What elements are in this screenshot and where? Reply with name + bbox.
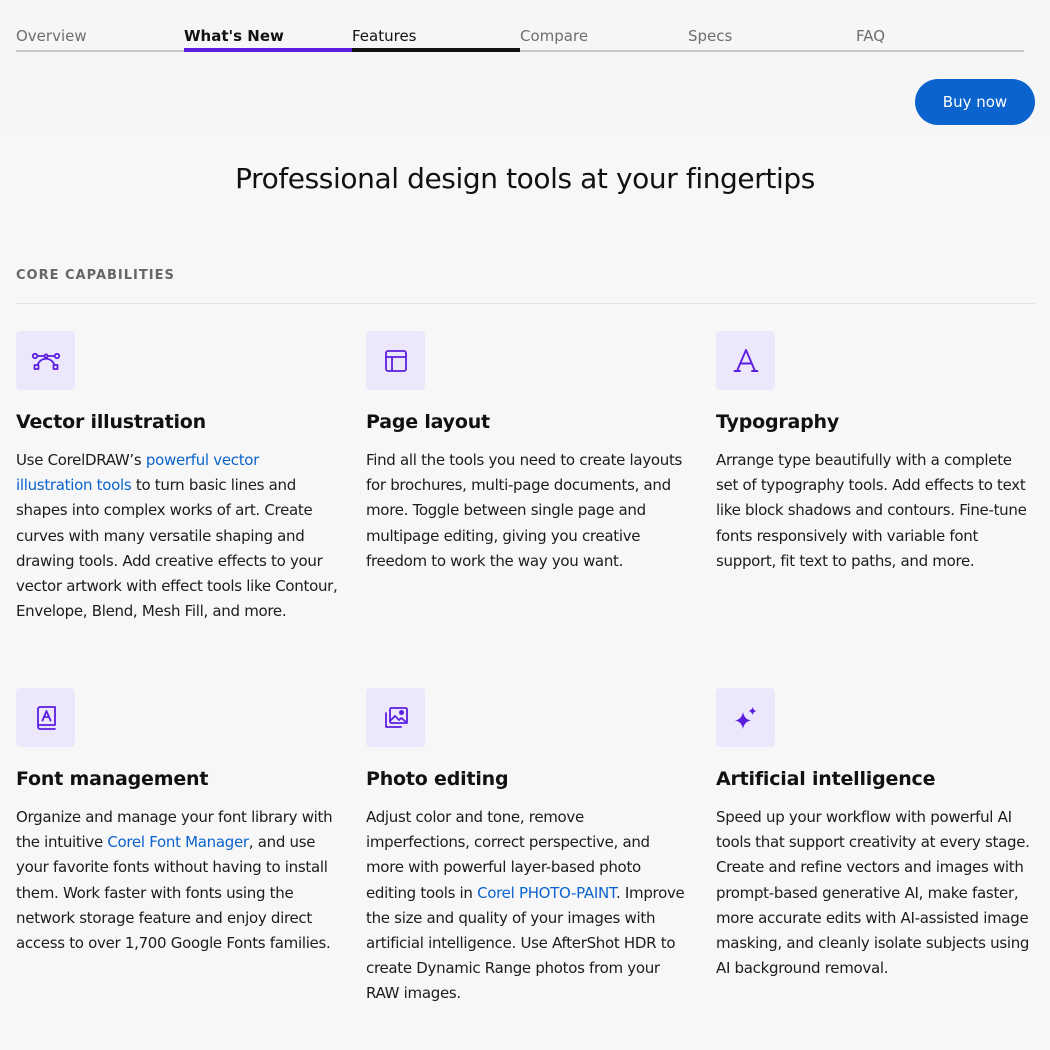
photo-paint-link[interactable]: Corel PHOTO-PAINT bbox=[477, 884, 616, 902]
tab-compare[interactable]: Compare bbox=[520, 0, 688, 50]
tab-label: Overview bbox=[16, 27, 87, 45]
capability-card-vector-illustration: Vector illustration Use CorelDRAW’s powe… bbox=[16, 331, 338, 620]
font-manager-link[interactable]: Corel Font Manager bbox=[107, 833, 249, 851]
tab-faq[interactable]: FAQ bbox=[856, 0, 1024, 50]
tab-specs[interactable]: Specs bbox=[688, 0, 856, 50]
card-description: Organize and manage your font library wi… bbox=[16, 808, 333, 953]
tab-label: Compare bbox=[520, 27, 589, 45]
card-description: Arrange type beautifully with a complete… bbox=[716, 451, 1027, 570]
font-book-icon bbox=[16, 688, 75, 747]
photo-gallery-icon bbox=[366, 688, 425, 747]
section-divider bbox=[16, 303, 1035, 304]
tab-label: Features bbox=[352, 27, 417, 45]
card-description: Adjust color and tone, remove imperfecti… bbox=[366, 808, 685, 1003]
card-title: Font management bbox=[16, 768, 209, 790]
tab-label: What's New bbox=[184, 27, 284, 45]
card-title: Page layout bbox=[366, 411, 490, 433]
card-description: Find all the tools you need to create la… bbox=[366, 451, 683, 570]
page-layout-icon bbox=[366, 331, 425, 390]
section-tabs: Overview What's New Features Compare Spe… bbox=[16, 0, 1024, 52]
tab-whats-new[interactable]: What's New bbox=[184, 0, 352, 52]
tab-label: Specs bbox=[688, 27, 733, 45]
current-tab-indicator bbox=[352, 48, 520, 52]
section-label: CORE CAPABILITIES bbox=[16, 268, 175, 283]
tab-features[interactable]: Features bbox=[352, 0, 520, 52]
capability-card-artificial-intelligence: Artificial intelligence Speed up your wo… bbox=[716, 688, 1038, 977]
vector-path-icon bbox=[16, 331, 75, 390]
tab-overview[interactable]: Overview bbox=[16, 0, 184, 50]
card-description: Speed up your workflow with powerful AI … bbox=[716, 808, 1030, 978]
sparkle-icon bbox=[716, 688, 775, 747]
active-tab-indicator bbox=[184, 48, 352, 52]
capability-card-typography: Typography Arrange type beautifully with… bbox=[716, 331, 1038, 570]
card-description: Use CorelDRAW’s powerful vector illustra… bbox=[16, 451, 338, 621]
card-title: Vector illustration bbox=[16, 411, 206, 433]
typography-icon bbox=[716, 331, 775, 390]
tab-label: FAQ bbox=[856, 27, 886, 45]
capability-card-font-management: Font management Organize and manage your… bbox=[16, 688, 338, 952]
buy-now-button[interactable]: Buy now bbox=[915, 79, 1035, 125]
card-title: Artificial intelligence bbox=[716, 768, 936, 790]
capability-card-page-layout: Page layout Find all the tools you need … bbox=[366, 331, 688, 570]
card-title: Typography bbox=[716, 411, 840, 433]
capability-card-photo-editing: Photo editing Adjust color and tone, rem… bbox=[366, 688, 688, 1002]
card-title: Photo editing bbox=[366, 768, 509, 790]
page-title: Professional design tools at your finger… bbox=[235, 162, 815, 195]
